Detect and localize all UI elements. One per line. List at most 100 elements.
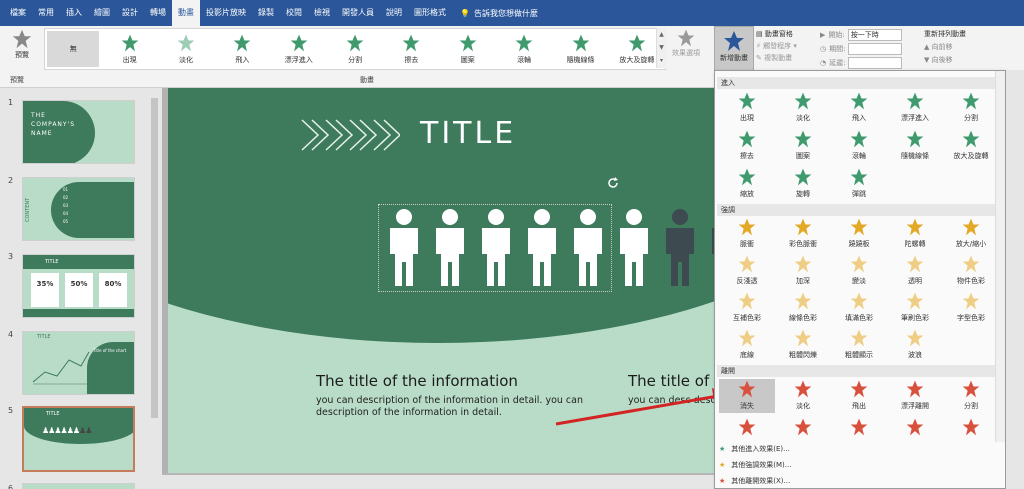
entrance-effect[interactable]: 隨機線條 (887, 129, 943, 163)
entrance-effect[interactable]: 彈跳 (831, 167, 887, 201)
preview-button[interactable]: 預覽 (4, 28, 40, 74)
entrance-effect[interactable]: 出現 (719, 91, 775, 125)
emphasis-effect[interactable]: 填滿色彩 (831, 291, 887, 325)
duration-input[interactable] (848, 43, 903, 55)
exit-header: 離開 (717, 365, 995, 377)
menu-item[interactable]: 說明 (380, 0, 408, 26)
entrance-effect[interactable]: 圖案 (775, 129, 831, 163)
emphasis-effect[interactable]: 物件色彩 (943, 254, 999, 288)
slide-thumbnail-1[interactable]: THE COMPANY'S NAME (22, 100, 135, 164)
tell-me-box[interactable]: 💡 告訴我您想做什麼 (460, 8, 538, 19)
gallery-item[interactable]: 漂浮進入 (271, 29, 327, 69)
gallery-item[interactable]: 滾輪 (496, 29, 552, 69)
delay-input[interactable] (848, 57, 903, 69)
exit-effect-partial[interactable] (887, 417, 943, 439)
thumbnail-scrollbar[interactable] (149, 88, 160, 488)
menu-item[interactable]: 轉場 (144, 0, 172, 26)
menu-item[interactable]: 繪圖 (88, 0, 116, 26)
person-icon (390, 209, 418, 286)
emphasis-effect[interactable]: 反淺透 (719, 254, 775, 288)
exit-effect[interactable]: 分割 (943, 379, 999, 413)
emphasis-effect[interactable]: 脈衝 (719, 217, 775, 251)
gallery-item[interactable]: 飛入 (214, 29, 270, 69)
emphasis-effect[interactable]: 底線 (719, 328, 775, 362)
menu-item[interactable]: 常用 (32, 0, 60, 26)
exit-effect-partial[interactable] (719, 417, 775, 439)
gallery-item-none[interactable]: 無 (47, 31, 100, 67)
entrance-effect[interactable]: 旋轉 (775, 167, 831, 201)
menu-item[interactable]: 檢視 (308, 0, 336, 26)
more-emphasis-effects[interactable]: ★ 其他強調效果(M)... (719, 460, 791, 470)
exit-effect-partial[interactable] (775, 417, 831, 439)
emphasis-effect[interactable]: 線條色彩 (775, 291, 831, 325)
emphasis-effect[interactable]: 粗體顯示 (831, 328, 887, 362)
emphasis-effect[interactable]: 蹺蹺板 (831, 217, 887, 251)
emphasis-effect[interactable]: 互補色彩 (719, 291, 775, 325)
trigger-button[interactable]: ⚡ 觸發程序 ▾ (756, 40, 816, 52)
start-select[interactable]: 按一下時 (847, 29, 902, 41)
slide-thumbnail-2[interactable]: CONTENT 01 02 03 04 05 (22, 177, 135, 241)
menu-item[interactable]: 圖形格式 (408, 0, 452, 26)
gallery-item[interactable]: 隨機線條 (552, 29, 608, 69)
menu-item[interactable]: 投影片放映 (200, 0, 252, 26)
more-entrance-effects[interactable]: ★ 其他進入效果(E)... (719, 444, 790, 454)
gallery-item[interactable]: 淡化 (158, 29, 214, 69)
exit-effect[interactable]: 飛出 (831, 379, 887, 413)
animation-pane-button[interactable]: ▤ 動畫窗格 (756, 28, 816, 40)
gallery-item[interactable]: 分割 (327, 29, 383, 69)
add-animation-button[interactable]: 新增動畫 (714, 26, 754, 76)
effect-star-icon (737, 291, 757, 313)
entrance-effect[interactable]: 飛入 (831, 91, 887, 125)
canvas-hscrollbar[interactable] (162, 475, 715, 489)
entrance-effect[interactable]: 縮放 (719, 167, 775, 201)
exit-effect-partial[interactable] (943, 417, 999, 439)
entrance-effect[interactable]: 滾輪 (831, 129, 887, 163)
emphasis-effect[interactable]: 筆刷色彩 (887, 291, 943, 325)
exit-effect[interactable]: 淡化 (775, 379, 831, 413)
emphasis-effect[interactable]: 變淡 (831, 254, 887, 288)
slide-thumbnail-5[interactable]: TITLE ♟♟♟♟♟♟♟♟ (22, 406, 135, 472)
emphasis-effect[interactable]: 彩色脈衝 (775, 217, 831, 251)
exit-effect[interactable]: 消失 (719, 379, 775, 413)
gallery-scroll[interactable]: ▲ ▼ ▾ (656, 28, 666, 68)
slide-thumbnail-3[interactable]: TITLE 35% 50% 80% (22, 254, 135, 318)
menu-item[interactable]: 動畫 (172, 0, 200, 26)
gallery-item[interactable]: 圖案 (440, 29, 496, 69)
emphasis-effect[interactable]: 透明 (887, 254, 943, 288)
slide-title[interactable]: TITLE (420, 116, 516, 151)
scroll-thumb[interactable] (151, 98, 158, 418)
emphasis-effect[interactable]: 粗體閃爍 (775, 328, 831, 362)
entrance-effect[interactable]: 淡化 (775, 91, 831, 125)
effect-options-button[interactable]: 效果選項 (668, 28, 704, 74)
menu-item[interactable]: 檔案 (4, 0, 32, 26)
slide-thumbnail-4[interactable]: TITLE Title of the chart (22, 331, 135, 395)
emphasis-effect[interactable]: 字型色彩 (943, 291, 999, 325)
entrance-effect[interactable]: 擦去 (719, 129, 775, 163)
move-earlier-button[interactable]: ▲ 向前移 (924, 41, 1014, 54)
move-later-button[interactable]: ▼ 向後移 (924, 54, 1014, 67)
emphasis-effect[interactable]: 波浪 (887, 328, 943, 362)
emphasis-effect[interactable]: 加深 (775, 254, 831, 288)
menu-item[interactable]: 校閱 (280, 0, 308, 26)
menu-item[interactable]: 錄製 (252, 0, 280, 26)
gallery-item[interactable]: 擦去 (383, 29, 439, 69)
exit-effect[interactable]: 漂浮離開 (887, 379, 943, 413)
menu-item[interactable]: 開發人員 (336, 0, 380, 26)
info-title-1[interactable]: The title of the information (316, 372, 518, 390)
entrance-effect[interactable]: 放大及旋轉 (943, 129, 999, 163)
menu-item[interactable]: 設計 (116, 0, 144, 26)
entrance-effect[interactable]: 分割 (943, 91, 999, 125)
copy-animation-button[interactable]: ✎ 複製動畫 (756, 52, 816, 64)
emphasis-effect[interactable]: 放大/縮小 (943, 217, 999, 251)
effect-label: 淡化 (796, 114, 810, 122)
emphasis-effect[interactable]: 陀螺轉 (887, 217, 943, 251)
lightbulb-icon: 💡 (460, 8, 470, 18)
gallery-item[interactable]: 出現 (101, 29, 157, 69)
rotate-handle-icon[interactable] (606, 176, 620, 190)
menu-item[interactable]: 插入 (60, 0, 88, 26)
slide-thumbnail-6[interactable] (22, 483, 135, 489)
entrance-effect[interactable]: 漂浮進入 (887, 91, 943, 125)
effect-star-icon (905, 217, 925, 239)
exit-effect-partial[interactable] (831, 417, 887, 439)
more-exit-effects[interactable]: ★ 其他離開效果(X)... (719, 476, 790, 486)
